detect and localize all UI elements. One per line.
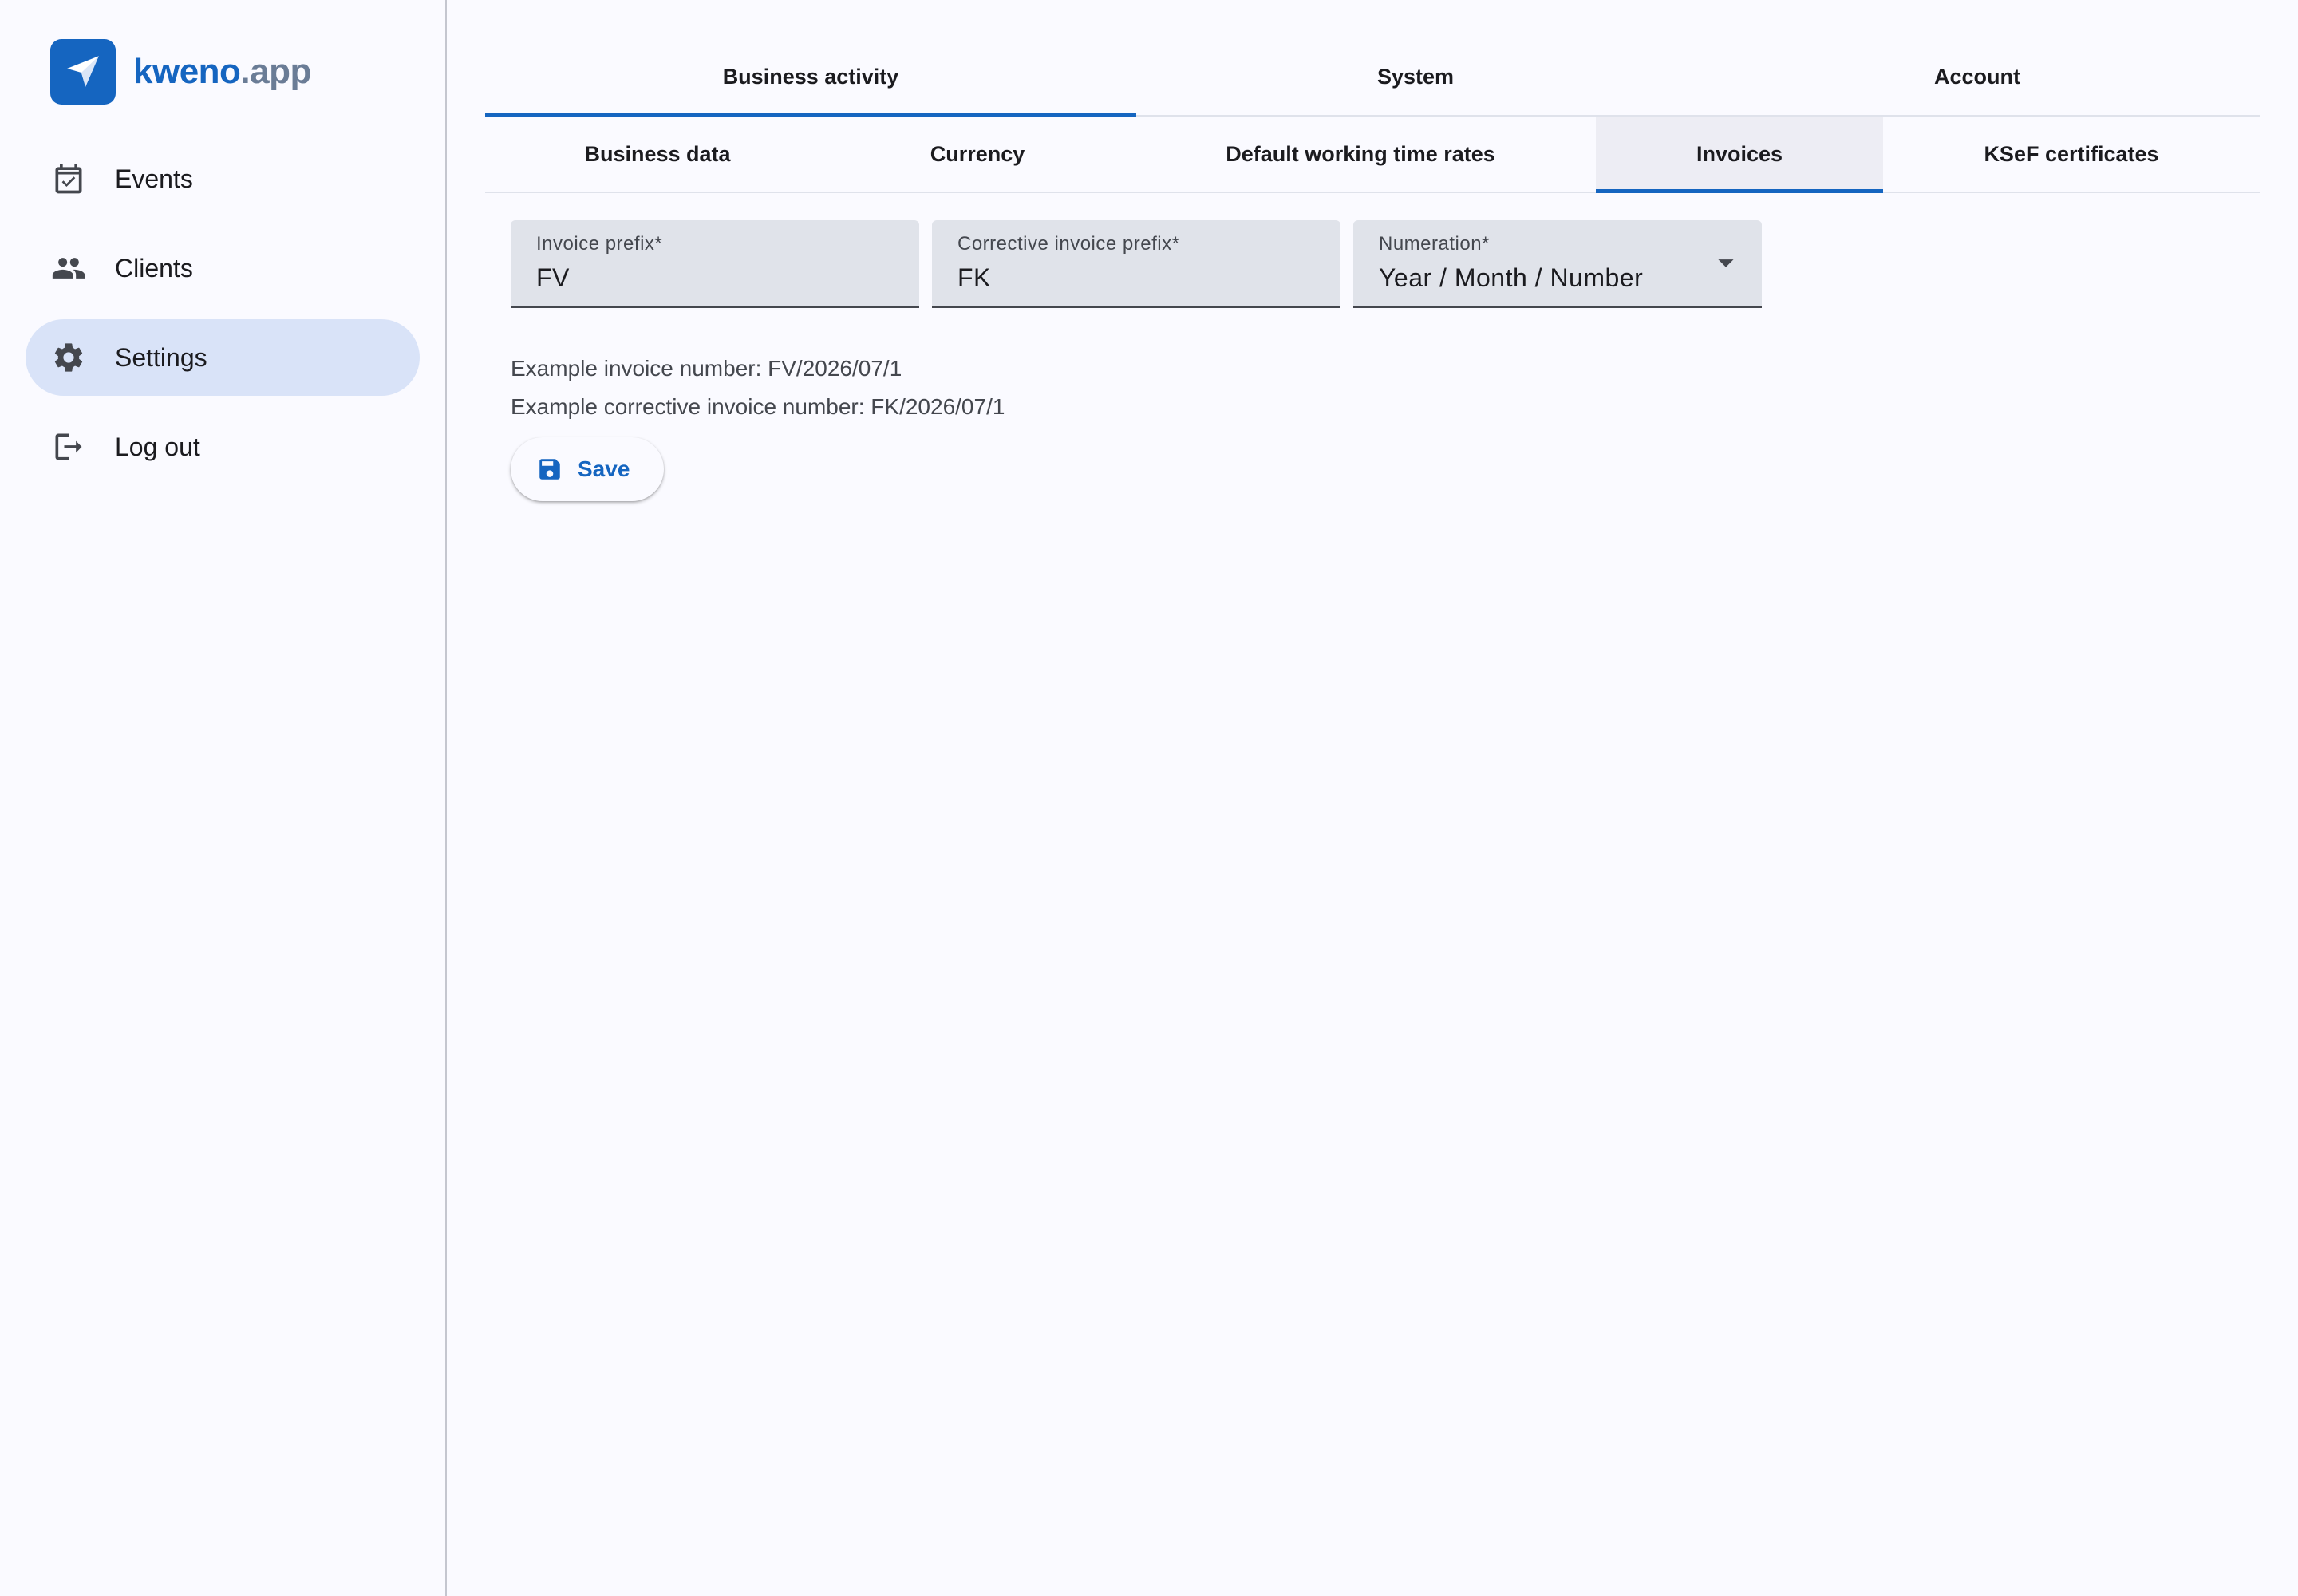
app-root: kweno.app Events Clients Settings Log ou… xyxy=(0,0,2298,1596)
tab-label: Default working time rates xyxy=(1226,141,1495,166)
tab-label: Business data xyxy=(584,141,731,166)
sidebar-item-clients[interactable]: Clients xyxy=(26,230,420,306)
sidebar-item-label: Settings xyxy=(115,342,207,372)
brand[interactable]: kweno.app xyxy=(50,39,311,105)
sidebar-nav: Events Clients Settings Log out xyxy=(26,140,420,498)
sidebar-item-log-out[interactable]: Log out xyxy=(26,409,420,485)
field-label: Invoice prefix* xyxy=(536,233,663,255)
tab-label: Account xyxy=(1934,64,2020,89)
calendar-check-icon xyxy=(51,161,86,196)
example-invoice-number: Example invoice number: FV/2026/07/1 xyxy=(511,356,902,381)
tab-label: Business activity xyxy=(722,64,899,89)
tab-default-working-time-rates[interactable]: Default working time rates xyxy=(1125,117,1596,192)
sidebar: kweno.app Events Clients Settings Log ou… xyxy=(0,0,447,1596)
corrective-invoice-prefix-field[interactable]: Corrective invoice prefix* FK xyxy=(932,220,1340,308)
paper-plane-icon xyxy=(50,39,116,105)
example-corrective-invoice-number: Example corrective invoice number: FK/20… xyxy=(511,394,1005,419)
numeration-select[interactable]: Numeration* Year / Month / Number xyxy=(1353,220,1762,308)
save-label: Save xyxy=(578,456,630,481)
tab-currency[interactable]: Currency xyxy=(830,117,1125,192)
sidebar-item-settings[interactable]: Settings xyxy=(26,319,420,396)
tab-label: Currency xyxy=(930,141,1025,166)
tab-ksef-certificates[interactable]: KSeF certificates xyxy=(1883,117,2260,192)
field-label: Numeration* xyxy=(1379,233,1490,255)
tab-business-data[interactable]: Business data xyxy=(485,117,830,192)
brand-domain: .app xyxy=(240,52,311,91)
logout-icon xyxy=(51,429,86,464)
invoice-prefix-input[interactable]: FV xyxy=(536,263,570,293)
tab-label: Invoices xyxy=(1696,141,1783,166)
sidebar-item-events[interactable]: Events xyxy=(26,140,420,217)
main-content: Business activity System Account Busines… xyxy=(485,0,2260,1596)
brand-name: kweno xyxy=(133,52,241,91)
tab-account[interactable]: Account xyxy=(1695,38,2260,115)
corrective-invoice-prefix-input[interactable]: FK xyxy=(958,263,991,293)
numeration-selected-value: Year / Month / Number xyxy=(1379,263,1644,292)
chevron-down-icon[interactable] xyxy=(1708,244,1744,281)
primary-tabs: Business activity System Account xyxy=(485,38,2260,117)
tab-system[interactable]: System xyxy=(1136,38,1695,115)
tab-invoices[interactable]: Invoices xyxy=(1596,117,1883,193)
gear-icon xyxy=(51,340,86,375)
sidebar-item-label: Clients xyxy=(115,253,193,282)
sidebar-item-label: Log out xyxy=(115,432,200,461)
tab-label: KSeF certificates xyxy=(1984,141,2159,166)
brand-text: kweno.app xyxy=(133,52,311,92)
save-icon xyxy=(536,456,563,483)
people-icon xyxy=(51,251,86,286)
field-label: Corrective invoice prefix* xyxy=(958,233,1180,255)
invoice-prefix-field[interactable]: Invoice prefix* FV xyxy=(511,220,919,308)
save-button[interactable]: Save xyxy=(511,437,664,501)
sidebar-item-label: Events xyxy=(115,164,193,193)
tab-business-activity[interactable]: Business activity xyxy=(485,38,1136,117)
secondary-tabs: Business data Currency Default working t… xyxy=(485,117,2260,193)
tab-label: System xyxy=(1376,64,1455,89)
